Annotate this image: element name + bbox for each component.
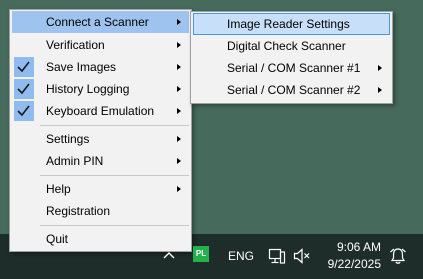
tray-context-menu: Connect a Scanner Verification Save Imag…	[9, 9, 192, 252]
submenu-arrow-icon	[177, 86, 181, 92]
submenu-arrow-icon	[177, 108, 181, 114]
show-hidden-icons-chevron-icon[interactable]	[162, 249, 176, 263]
submenu-item-digital-check-scanner[interactable]: Digital Check Scanner	[193, 35, 390, 57]
menu-item-settings[interactable]: Settings	[12, 128, 189, 150]
menu-item-save-images[interactable]: Save Images	[12, 56, 189, 78]
menu-item-label: Digital Check Scanner	[227, 39, 346, 53]
menu-item-label: Admin PIN	[46, 154, 104, 168]
speaker-muted-icon[interactable]	[293, 248, 311, 267]
submenu-arrow-icon	[177, 64, 181, 70]
menu-item-admin-pin[interactable]: Admin PIN	[12, 150, 189, 172]
menu-item-label: Registration	[46, 204, 111, 218]
menu-item-label: Connect a Scanner	[46, 15, 149, 29]
menu-item-label: Image Reader Settings	[227, 17, 350, 31]
menu-item-label: Help	[46, 182, 71, 196]
checkmark-icon	[14, 79, 34, 99]
menu-item-label: Verification	[46, 38, 105, 52]
menu-item-verification[interactable]: Verification	[12, 34, 189, 56]
submenu-arrow-icon	[378, 87, 382, 93]
submenu-arrow-icon	[177, 42, 181, 48]
checkmark-icon	[14, 101, 34, 121]
submenu-arrow-icon	[177, 136, 181, 142]
menu-item-keyboard-emulation[interactable]: Keyboard Emulation	[12, 100, 189, 122]
menu-item-help[interactable]: Help	[12, 178, 189, 200]
menu-separator	[40, 225, 189, 226]
menu-separator	[40, 175, 189, 176]
pl-app-tray-icon[interactable]: PL	[193, 246, 209, 262]
menu-item-label: Quit	[46, 232, 69, 246]
menu-item-label: Save Images	[46, 60, 117, 74]
connect-scanner-submenu: Image Reader Settings Digital Check Scan…	[190, 11, 393, 104]
menu-item-history-logging[interactable]: History Logging	[12, 78, 189, 100]
input-language-indicator[interactable]: ENG	[228, 245, 254, 267]
notification-bell-icon[interactable]	[389, 247, 407, 268]
submenu-arrow-icon	[177, 19, 181, 25]
submenu-item-serial-com-scanner-2[interactable]: Serial / COM Scanner #2	[193, 79, 390, 101]
menu-item-registration[interactable]: Registration	[12, 200, 189, 222]
menu-separator	[40, 125, 189, 126]
network-monitor-icon[interactable]	[268, 247, 286, 268]
taskbar-clock[interactable]: 9:06 AM 9/22/2025	[328, 239, 381, 273]
clock-date: 9/22/2025	[327, 257, 381, 271]
submenu-arrow-icon	[177, 186, 181, 192]
menu-item-label: Keyboard Emulation	[46, 104, 155, 118]
clock-time: 9:06 AM	[336, 240, 381, 254]
submenu-arrow-icon	[177, 158, 181, 164]
menu-item-label: Serial / COM Scanner #1	[227, 61, 361, 75]
menu-item-label: Serial / COM Scanner #2	[227, 83, 361, 97]
submenu-item-image-reader-settings[interactable]: Image Reader Settings	[193, 13, 390, 35]
menu-item-label: History Logging	[46, 82, 130, 96]
menu-item-connect-scanner[interactable]: Connect a Scanner	[12, 11, 189, 33]
menu-item-quit[interactable]: Quit	[12, 228, 189, 250]
menu-item-label: Settings	[46, 132, 90, 146]
submenu-item-serial-com-scanner-1[interactable]: Serial / COM Scanner #1	[193, 57, 390, 79]
checkmark-icon	[14, 57, 34, 77]
submenu-arrow-icon	[378, 65, 382, 71]
